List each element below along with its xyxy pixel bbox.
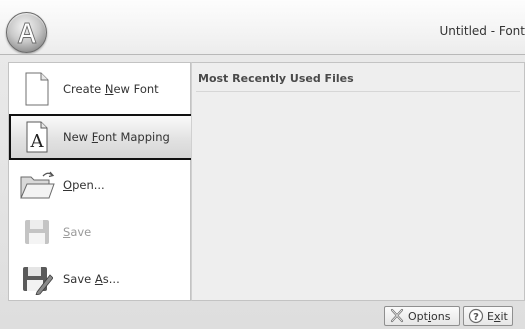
application-menu: Create New Font A New Font Mapping Open.… (0, 54, 525, 329)
new-document-icon (17, 69, 57, 109)
recent-files-pane: Most Recently Used Files (191, 62, 525, 301)
options-label: Options (408, 309, 451, 323)
exit-label: Exit (487, 309, 508, 323)
open-label: Open... (63, 178, 105, 192)
title-bar: Untitled - Font (0, 0, 525, 54)
svg-text:A: A (30, 131, 45, 152)
open-folder-icon (17, 165, 57, 205)
new-font-mapping-item[interactable]: A New Font Mapping (9, 114, 196, 160)
save-as-item[interactable]: Save As... (11, 256, 191, 302)
svg-text:?: ? (473, 312, 479, 323)
save-as-label: Save As... (63, 272, 120, 286)
app-logo-icon (16, 22, 37, 43)
create-new-font-label: Create New Font (63, 82, 159, 96)
command-list: Create New Font A New Font Mapping Open.… (8, 62, 196, 302)
recent-files-divider (196, 91, 520, 92)
help-exit-icon: ? (468, 308, 484, 324)
save-label: Save (63, 225, 92, 239)
new-font-mapping-label: New Font Mapping (63, 130, 170, 144)
recent-files-heading: Most Recently Used Files (198, 72, 354, 85)
options-icon (389, 308, 405, 324)
font-mapping-icon: A (17, 117, 57, 157)
application-button[interactable] (6, 12, 47, 53)
exit-button[interactable]: ? Exit (463, 306, 513, 326)
save-icon (17, 212, 57, 252)
create-new-font-item[interactable]: Create New Font (11, 66, 191, 112)
open-item[interactable]: Open... (11, 162, 191, 208)
save-as-icon (17, 259, 57, 299)
options-button[interactable]: Options (384, 306, 460, 326)
window-title: Untitled - Font (439, 24, 525, 38)
save-item: Save (11, 209, 191, 255)
